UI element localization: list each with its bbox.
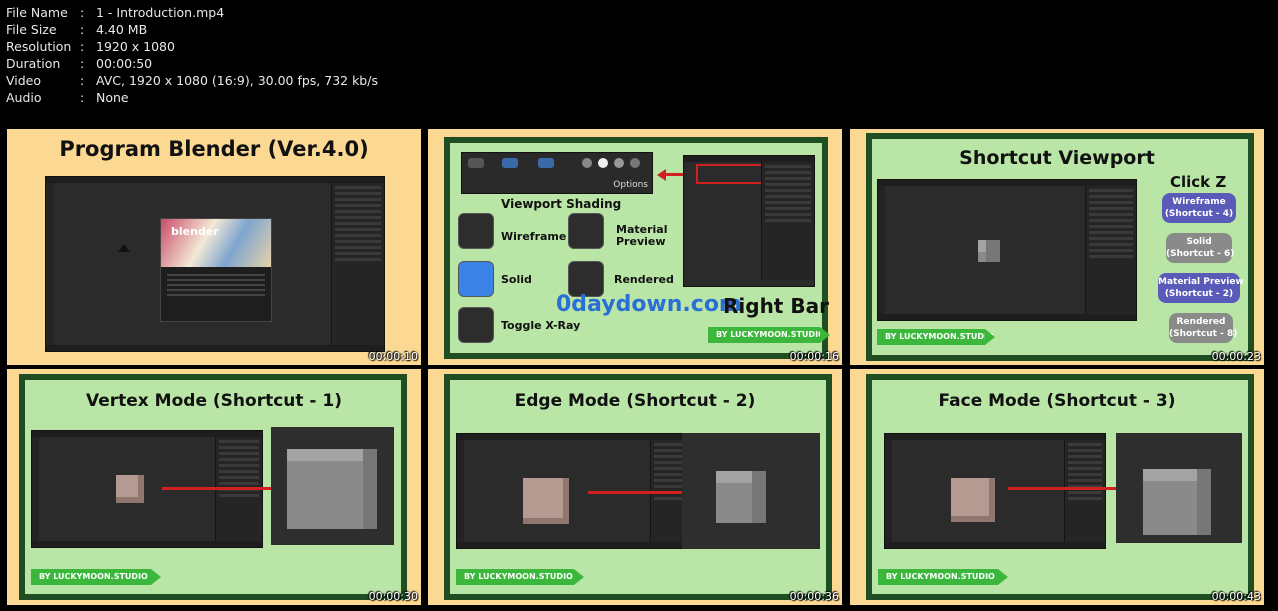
- thumbnail-1[interactable]: Program Blender (Ver.4.0) blender 00:00:…: [7, 129, 421, 365]
- file-info-row: Resolution:1920 x 1080: [6, 39, 175, 54]
- xray-icon: [458, 307, 494, 343]
- wireframe-icon: [458, 213, 494, 249]
- thumbnail-title: Shortcut Viewport: [959, 147, 1155, 169]
- studio-badge: BY LUCKYMOON.STUDIO: [878, 569, 1008, 585]
- splash-screen: blender: [160, 218, 272, 322]
- file-info-row: File Size:4.40 MB: [6, 22, 148, 37]
- timestamp: 00:00:23: [1211, 350, 1261, 363]
- camera-icon: [118, 244, 130, 252]
- timestamp: 00:00:10: [368, 350, 418, 363]
- shading-toolbar: Options: [461, 152, 653, 194]
- cube-zoomed: [287, 449, 377, 529]
- cube-zoomed: [1143, 469, 1211, 535]
- solid-label: Solid: [501, 273, 532, 286]
- thumbnail-6[interactable]: Face Mode (Shortcut - 3) BY LUCKYMOON.ST…: [850, 369, 1264, 605]
- solid-shading-icon: [582, 158, 592, 168]
- timestamp: 00:00:16: [789, 350, 839, 363]
- cube: [978, 240, 1000, 262]
- zoomed-view: [271, 427, 394, 545]
- wireframe-label: Wireframe: [501, 230, 567, 243]
- shortcut-solid: Solid (Shortcut - 6): [1166, 233, 1234, 263]
- file-info-row: File Name:1 - Introduction.mp4: [6, 5, 225, 20]
- thumbnail-2[interactable]: Options Viewport Shading Wireframe Mater…: [428, 129, 842, 365]
- shortcut-rendered: Rendered (Shortcut - 8): [1169, 313, 1237, 343]
- splash-image: blender: [161, 219, 271, 267]
- thumbnail-3[interactable]: Shortcut Viewport Click Z Wireframe (Sho…: [850, 129, 1264, 365]
- highlight-box: [696, 164, 764, 184]
- thumbnail-4[interactable]: Vertex Mode (Shortcut - 1) BY LUCKYMOON.…: [7, 369, 421, 605]
- cube-zoomed: [716, 471, 766, 523]
- solid-icon: [458, 261, 494, 297]
- thumbnail-title: Program Blender (Ver.4.0): [59, 137, 369, 161]
- toggle-xray-label: Toggle X-Ray: [501, 319, 581, 332]
- file-info-row: Audio: None: [6, 90, 129, 105]
- thumbnail-5[interactable]: Edge Mode (Shortcut - 2) BY LUCKYMOON.ST…: [428, 369, 842, 605]
- studio-badge: BY LUCKYMOON.STUDIO: [877, 329, 995, 345]
- material-shading-icon: [614, 158, 624, 168]
- zoomed-view: [1116, 433, 1242, 543]
- thumbnail-title: Edge Mode (Shortcut - 2): [514, 391, 756, 411]
- thumbnail-title: Face Mode (Shortcut - 3): [938, 391, 1176, 411]
- zoomed-view: [682, 433, 820, 549]
- solid-shading-icon: [598, 158, 608, 168]
- splash-logo: blender: [171, 225, 219, 238]
- file-info: File Name:1 - Introduction.mp4 File Size…: [6, 4, 378, 106]
- rendered-label: Rendered: [614, 273, 674, 286]
- shortcut-wireframe: Wireframe (Shortcut - 4): [1162, 193, 1236, 223]
- blender-window: [877, 179, 1137, 321]
- studio-badge: BY LUCKYMOON.STUDIO: [31, 569, 161, 585]
- section-title: Viewport Shading: [501, 197, 622, 211]
- studio-badge: BY LUCKYMOON.STUDIO: [456, 569, 584, 585]
- timestamp: 00:00:36: [789, 590, 839, 603]
- cube: [523, 478, 569, 524]
- timestamp: 00:00:30: [368, 590, 418, 603]
- red-arrow: [1008, 482, 1136, 494]
- studio-badge: BY LUCKYMOON.STUDIO: [708, 327, 830, 343]
- material-preview-icon: [568, 213, 604, 249]
- shortcut-material-preview: Material Preview (Shortcut - 2): [1158, 273, 1244, 303]
- cube: [951, 478, 995, 522]
- material-preview-label: Material Preview: [616, 223, 668, 248]
- file-info-row: Video: AVC, 1920 x 1080 (16:9), 30.00 fps…: [6, 73, 378, 88]
- file-info-row: Duration:00:00:50: [6, 56, 153, 71]
- rendered-shading-icon: [630, 158, 640, 168]
- click-z-label: Click Z: [1170, 173, 1227, 191]
- blender-window: [884, 433, 1106, 549]
- watermark: 0daydown.com: [556, 292, 742, 317]
- right-bar-label: Right Bar: [723, 294, 829, 318]
- red-arrow: [588, 486, 701, 498]
- blender-right-panel: [683, 155, 815, 287]
- timestamp: 00:00:43: [1211, 590, 1261, 603]
- options-dropdown[interactable]: Options: [613, 180, 648, 190]
- thumbnail-title: Vertex Mode (Shortcut - 1): [86, 391, 342, 411]
- cube: [116, 475, 144, 503]
- blender-window: blender: [45, 176, 385, 352]
